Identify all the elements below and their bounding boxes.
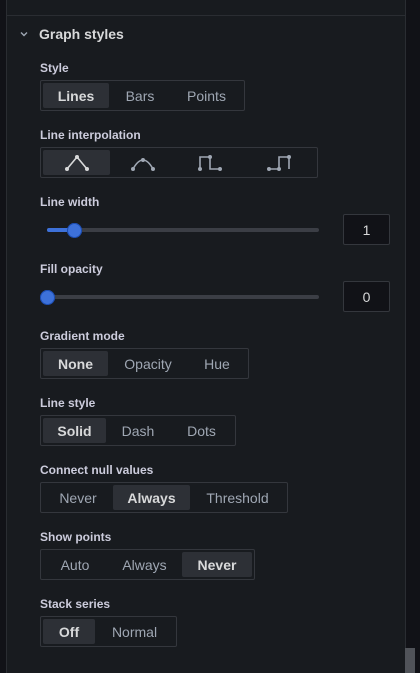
show-points-option-never[interactable]: Never — [182, 552, 252, 577]
chevron-down-icon — [19, 29, 29, 39]
line-style-option-dots[interactable]: Dots — [170, 418, 233, 443]
line-style-radio-group: Solid Dash Dots — [40, 415, 236, 446]
linear-icon — [64, 154, 89, 171]
interp-step-before-option[interactable] — [176, 150, 243, 175]
fill-opacity-label: Fill opacity — [40, 262, 103, 276]
gradient-mode-label: Gradient mode — [40, 329, 125, 343]
line-style-option-dash[interactable]: Dash — [106, 418, 170, 443]
stack-option-off[interactable]: Off — [43, 619, 95, 644]
gradient-option-hue[interactable]: Hue — [188, 351, 246, 376]
line-width-slider-handle[interactable] — [67, 223, 82, 238]
connect-null-option-always[interactable]: Always — [113, 485, 190, 510]
connect-null-option-never[interactable]: Never — [43, 485, 113, 510]
step-after-icon — [267, 154, 291, 171]
interp-linear-option[interactable] — [43, 150, 110, 175]
gradient-option-opacity[interactable]: Opacity — [108, 351, 188, 376]
style-radio-group: Lines Bars Points — [40, 80, 245, 111]
fill-opacity-input[interactable]: 0 — [343, 281, 390, 312]
stack-series-label: Stack series — [40, 597, 111, 611]
show-points-radio-group: Auto Always Never — [40, 549, 255, 580]
line-width-slider[interactable] — [47, 223, 319, 238]
show-points-option-auto[interactable]: Auto — [43, 552, 107, 577]
style-option-lines[interactable]: Lines — [43, 83, 109, 108]
line-style-label: Line style — [40, 396, 96, 410]
section-title: Graph styles — [39, 26, 124, 42]
line-interpolation-radio-group — [40, 147, 318, 178]
style-option-points[interactable]: Points — [171, 83, 242, 108]
connect-null-radio-group: Never Always Threshold — [40, 482, 288, 513]
options-panel: Graph styles Style Lines Bars Points Lin… — [6, 0, 406, 673]
style-option-bars[interactable]: Bars — [109, 83, 171, 108]
scrollbar-thumb[interactable] — [405, 648, 415, 673]
smooth-icon — [131, 157, 155, 171]
gradient-option-none[interactable]: None — [43, 351, 108, 376]
fill-opacity-slider-handle[interactable] — [40, 290, 55, 305]
graph-styles-header[interactable]: Graph styles — [19, 24, 124, 44]
connect-null-label: Connect null values — [40, 463, 154, 477]
interp-step-after-option[interactable] — [243, 150, 315, 175]
show-points-label: Show points — [40, 530, 112, 544]
line-interpolation-label: Line interpolation — [40, 128, 141, 142]
step-before-icon — [197, 154, 222, 171]
interp-smooth-option[interactable] — [110, 150, 176, 175]
stack-option-normal[interactable]: Normal — [95, 619, 174, 644]
fill-opacity-slider[interactable] — [40, 290, 319, 305]
line-width-label: Line width — [40, 195, 100, 209]
connect-null-option-threshold[interactable]: Threshold — [190, 485, 285, 510]
stack-series-radio-group: Off Normal — [40, 616, 177, 647]
show-points-option-always[interactable]: Always — [107, 552, 182, 577]
line-width-input[interactable]: 1 — [343, 214, 390, 245]
line-style-option-solid[interactable]: Solid — [43, 418, 106, 443]
divider — [7, 15, 405, 16]
style-label: Style — [40, 61, 69, 75]
gradient-mode-radio-group: None Opacity Hue — [40, 348, 249, 379]
